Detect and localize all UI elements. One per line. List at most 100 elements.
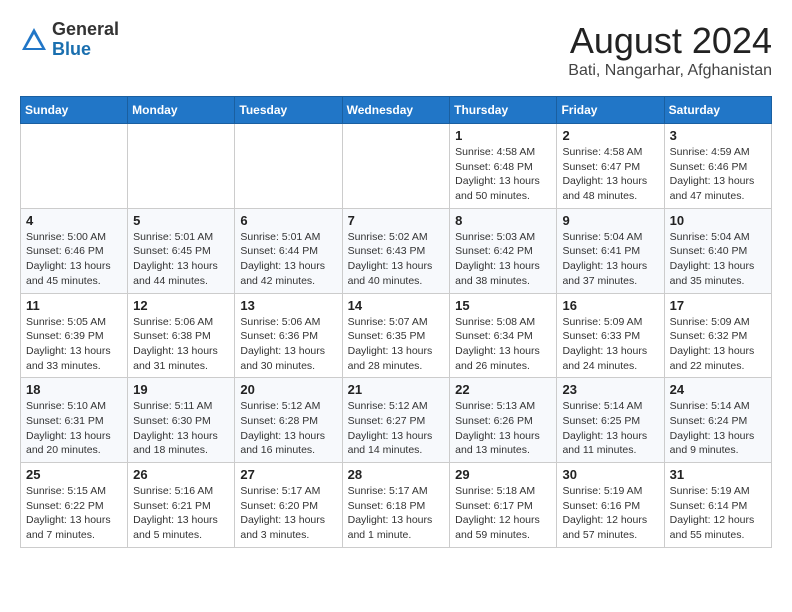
calendar-cell: 30 Sunrise: 5:19 AM Sunset: 6:16 PM Dayli… [557, 463, 664, 548]
day-detail: Sunrise: 5:19 AM Sunset: 6:14 PM Dayligh… [670, 484, 766, 543]
day-detail: Sunrise: 5:11 AM Sunset: 6:30 PM Dayligh… [133, 399, 229, 458]
day-number: 17 [670, 298, 766, 313]
calendar-cell: 4 Sunrise: 5:00 AM Sunset: 6:46 PM Daylig… [21, 208, 128, 293]
day-number: 22 [455, 382, 551, 397]
calendar-cell: 13Sunrise: 5:06 AM Sunset: 6:36 PM Dayli… [235, 293, 342, 378]
calendar-cell: 12Sunrise: 5:06 AM Sunset: 6:38 PM Dayli… [128, 293, 235, 378]
day-detail: Sunrise: 5:19 AM Sunset: 6:16 PM Dayligh… [562, 484, 658, 543]
calendar-cell: 20Sunrise: 5:12 AM Sunset: 6:28 PM Dayli… [235, 378, 342, 463]
day-detail: Sunrise: 5:02 AM Sunset: 6:43 PM Dayligh… [348, 230, 445, 289]
logo: General Blue [20, 20, 119, 60]
logo-blue-text: Blue [52, 39, 91, 59]
day-detail: Sunrise: 5:10 AM Sunset: 6:31 PM Dayligh… [26, 399, 122, 458]
calendar-cell: 16 Sunrise: 5:09 AM Sunset: 6:33 PM Dayli… [557, 293, 664, 378]
calendar-cell: 22 Sunrise: 5:13 AM Sunset: 6:26 PM Dayli… [450, 378, 557, 463]
calendar-cell: 15 Sunrise: 5:08 AM Sunset: 6:34 PM Dayli… [450, 293, 557, 378]
day-number: 25 [26, 467, 122, 482]
calendar-header: SundayMondayTuesdayWednesdayThursdayFrid… [21, 97, 772, 124]
day-detail: Sunrise: 5:18 AM Sunset: 6:17 PM Dayligh… [455, 484, 551, 543]
calendar-cell: 11 Sunrise: 5:05 AM Sunset: 6:39 PM Dayli… [21, 293, 128, 378]
calendar-cell: 6 Sunrise: 5:01 AM Sunset: 6:44 PM Daylig… [235, 208, 342, 293]
calendar-cell: 8 Sunrise: 5:03 AM Sunset: 6:42 PM Daylig… [450, 208, 557, 293]
calendar-cell: 17Sunrise: 5:09 AM Sunset: 6:32 PM Dayli… [664, 293, 771, 378]
day-detail: Sunrise: 5:17 AM Sunset: 6:20 PM Dayligh… [240, 484, 336, 543]
day-detail: Sunrise: 4:58 AM Sunset: 6:47 PM Dayligh… [562, 145, 658, 204]
day-number: 15 [455, 298, 551, 313]
day-detail: Sunrise: 5:09 AM Sunset: 6:33 PM Dayligh… [562, 315, 658, 374]
header-day: Tuesday [235, 97, 342, 124]
page-subtitle: Bati, Nangarhar, Afghanistan [568, 62, 772, 80]
calendar-cell: 3 Sunrise: 4:59 AM Sunset: 6:46 PM Daylig… [664, 124, 771, 209]
day-detail: Sunrise: 5:05 AM Sunset: 6:39 PM Dayligh… [26, 315, 122, 374]
calendar-table: SundayMondayTuesdayWednesdayThursdayFrid… [20, 96, 772, 548]
calendar-week-row: 1Sunrise: 4:58 AM Sunset: 6:48 PM Daylig… [21, 124, 772, 209]
day-number: 19 [133, 382, 229, 397]
calendar-week-row: 18 Sunrise: 5:10 AM Sunset: 6:31 PM Dayli… [21, 378, 772, 463]
calendar-cell: 18 Sunrise: 5:10 AM Sunset: 6:31 PM Dayli… [21, 378, 128, 463]
header-day: Monday [128, 97, 235, 124]
logo-general-text: General [52, 19, 119, 39]
day-detail: Sunrise: 5:01 AM Sunset: 6:44 PM Dayligh… [240, 230, 336, 289]
calendar-body: 1Sunrise: 4:58 AM Sunset: 6:48 PM Daylig… [21, 124, 772, 548]
calendar-cell: 23Sunrise: 5:14 AM Sunset: 6:25 PM Dayli… [557, 378, 664, 463]
calendar-cell: 28Sunrise: 5:17 AM Sunset: 6:18 PM Dayli… [342, 463, 450, 548]
day-number: 26 [133, 467, 229, 482]
day-detail: Sunrise: 5:00 AM Sunset: 6:46 PM Dayligh… [26, 230, 122, 289]
page-header: General Blue August 2024 Bati, Nangarhar… [20, 20, 772, 80]
day-number: 11 [26, 298, 122, 313]
day-detail: Sunrise: 5:08 AM Sunset: 6:34 PM Dayligh… [455, 315, 551, 374]
day-number: 7 [348, 213, 445, 228]
day-number: 8 [455, 213, 551, 228]
day-number: 5 [133, 213, 229, 228]
calendar-week-row: 11 Sunrise: 5:05 AM Sunset: 6:39 PM Dayli… [21, 293, 772, 378]
header-day: Wednesday [342, 97, 450, 124]
day-number: 2 [562, 128, 658, 143]
header-day: Thursday [450, 97, 557, 124]
day-number: 14 [348, 298, 445, 313]
page-title: August 2024 [568, 20, 772, 62]
calendar-cell: 26 Sunrise: 5:16 AM Sunset: 6:21 PM Dayli… [128, 463, 235, 548]
day-detail: Sunrise: 5:03 AM Sunset: 6:42 PM Dayligh… [455, 230, 551, 289]
day-detail: Sunrise: 5:07 AM Sunset: 6:35 PM Dayligh… [348, 315, 445, 374]
day-number: 10 [670, 213, 766, 228]
calendar-cell: 1Sunrise: 4:58 AM Sunset: 6:48 PM Daylig… [450, 124, 557, 209]
day-number: 3 [670, 128, 766, 143]
day-detail: Sunrise: 5:14 AM Sunset: 6:25 PM Dayligh… [562, 399, 658, 458]
day-detail: Sunrise: 5:04 AM Sunset: 6:41 PM Dayligh… [562, 230, 658, 289]
calendar-cell: 31 Sunrise: 5:19 AM Sunset: 6:14 PM Dayli… [664, 463, 771, 548]
day-number: 31 [670, 467, 766, 482]
day-number: 28 [348, 467, 445, 482]
header-day: Sunday [21, 97, 128, 124]
day-number: 18 [26, 382, 122, 397]
calendar-cell: 19 Sunrise: 5:11 AM Sunset: 6:30 PM Dayli… [128, 378, 235, 463]
calendar-cell: 27Sunrise: 5:17 AM Sunset: 6:20 PM Dayli… [235, 463, 342, 548]
day-number: 4 [26, 213, 122, 228]
day-detail: Sunrise: 4:59 AM Sunset: 6:46 PM Dayligh… [670, 145, 766, 204]
calendar-week-row: 4 Sunrise: 5:00 AM Sunset: 6:46 PM Daylig… [21, 208, 772, 293]
day-number: 29 [455, 467, 551, 482]
calendar-cell [128, 124, 235, 209]
header-row: SundayMondayTuesdayWednesdayThursdayFrid… [21, 97, 772, 124]
day-detail: Sunrise: 5:15 AM Sunset: 6:22 PM Dayligh… [26, 484, 122, 543]
header-day: Friday [557, 97, 664, 124]
logo-icon [20, 26, 48, 54]
calendar-cell: 14 Sunrise: 5:07 AM Sunset: 6:35 PM Dayli… [342, 293, 450, 378]
day-number: 9 [562, 213, 658, 228]
calendar-cell: 9 Sunrise: 5:04 AM Sunset: 6:41 PM Daylig… [557, 208, 664, 293]
calendar-cell [235, 124, 342, 209]
day-number: 1 [455, 128, 551, 143]
day-number: 12 [133, 298, 229, 313]
day-number: 6 [240, 213, 336, 228]
day-number: 21 [348, 382, 445, 397]
day-detail: Sunrise: 5:12 AM Sunset: 6:28 PM Dayligh… [240, 399, 336, 458]
header-day: Saturday [664, 97, 771, 124]
day-detail: Sunrise: 5:16 AM Sunset: 6:21 PM Dayligh… [133, 484, 229, 543]
day-detail: Sunrise: 5:04 AM Sunset: 6:40 PM Dayligh… [670, 230, 766, 289]
day-number: 30 [562, 467, 658, 482]
day-detail: Sunrise: 5:06 AM Sunset: 6:36 PM Dayligh… [240, 315, 336, 374]
calendar-cell: 25 Sunrise: 5:15 AM Sunset: 6:22 PM Dayli… [21, 463, 128, 548]
calendar-cell: 10 Sunrise: 5:04 AM Sunset: 6:40 PM Dayli… [664, 208, 771, 293]
day-detail: Sunrise: 5:13 AM Sunset: 6:26 PM Dayligh… [455, 399, 551, 458]
day-number: 16 [562, 298, 658, 313]
calendar-week-row: 25 Sunrise: 5:15 AM Sunset: 6:22 PM Dayli… [21, 463, 772, 548]
